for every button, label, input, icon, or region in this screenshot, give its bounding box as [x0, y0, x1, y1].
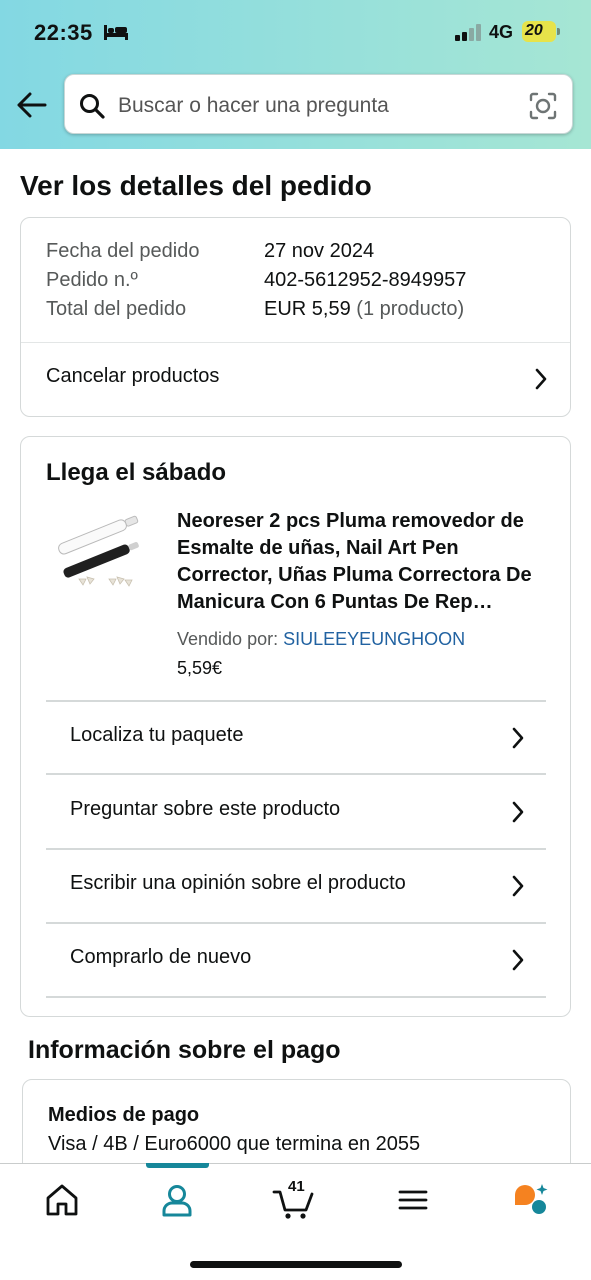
- camera-lens-icon[interactable]: [529, 92, 557, 120]
- home-indicator: [190, 1261, 402, 1268]
- network-type: 4G: [489, 22, 514, 42]
- chevron-right-icon: [512, 875, 524, 897]
- shipment-card: Llega el sábado Neoreser 2 pcs Pluma rem…: [20, 436, 571, 1017]
- search-input[interactable]: Buscar o hacer una pregunta: [118, 94, 389, 118]
- battery-icon: 20: [522, 21, 560, 42]
- menu-icon[interactable]: [393, 1180, 433, 1220]
- order-summary-card: Fecha del pedido 27 nov 2024 Pedido n.º …: [20, 217, 571, 417]
- write-review-label: Escribir una opinión sobre el producto: [70, 872, 406, 894]
- order-item-count: (1 producto): [356, 298, 465, 320]
- order-date-label: Fecha del pedido: [46, 240, 200, 262]
- sleep-focus-icon: [104, 25, 128, 40]
- chevron-right-icon: [535, 368, 547, 390]
- status-time: 22:35: [34, 20, 93, 45]
- home-icon[interactable]: [42, 1180, 82, 1220]
- search-icon: [80, 94, 105, 119]
- payment-section-title: Información sobre el pago: [28, 1036, 341, 1064]
- header: 22:35 4G 20 Buscar o hacer una pregunta: [0, 0, 591, 149]
- order-number-value: 402-5612952-8949957: [264, 269, 467, 291]
- buy-again-row[interactable]: Comprarlo de nuevo: [46, 924, 546, 996]
- order-total-label: Total del pedido: [46, 298, 187, 320]
- seller-info: Vendido por: SIULEEYEUNGHOON: [177, 629, 465, 650]
- product-price: 5,59€: [177, 658, 223, 678]
- ask-product-row[interactable]: Preguntar sobre este producto: [46, 775, 546, 848]
- track-package-label: Localiza tu paquete: [70, 724, 244, 746]
- seller-link[interactable]: SIULEEYEUNGHOON: [283, 629, 465, 649]
- battery-level: 20: [525, 22, 543, 39]
- order-date-value: 27 nov 2024: [264, 240, 375, 262]
- cancel-products-label: Cancelar productos: [46, 365, 220, 387]
- track-package-row[interactable]: Localiza tu paquete: [46, 702, 546, 774]
- signal-icon: [455, 24, 481, 41]
- write-review-row[interactable]: Escribir una opinión sobre el producto: [46, 850, 546, 922]
- chevron-right-icon: [512, 727, 524, 749]
- assistant-chat-icon[interactable]: [510, 1180, 550, 1220]
- bottom-tab-bar: 41: [0, 1163, 591, 1280]
- active-tab-indicator: [146, 1163, 209, 1168]
- sold-by-label: Vendido por:: [177, 629, 279, 649]
- order-total-amount: EUR 5,59: [264, 298, 351, 320]
- cart-count-badge: 41: [288, 1178, 305, 1195]
- page-title: Ver los detalles del pedido: [20, 170, 372, 201]
- chevron-right-icon: [512, 949, 524, 971]
- buy-again-label: Comprarlo de nuevo: [70, 946, 252, 968]
- order-number-label: Pedido n.º: [46, 269, 138, 291]
- divider: [46, 996, 546, 998]
- chevron-right-icon: [512, 801, 524, 823]
- product-title-link[interactable]: Neoreser 2 pcs Pluma removedor de Esmalt…: [177, 508, 552, 616]
- search-bar[interactable]: Buscar o hacer una pregunta: [64, 74, 573, 134]
- payment-method-label: Medios de pago: [48, 1104, 200, 1126]
- delivery-status: Llega el sábado: [46, 459, 227, 486]
- ask-product-label: Preguntar sobre este producto: [70, 798, 341, 820]
- product-image[interactable]: [49, 507, 149, 597]
- payment-method-value: Visa / 4B / Euro6000 que termina en 2055: [48, 1133, 421, 1155]
- account-icon[interactable]: [157, 1180, 197, 1220]
- back-arrow-icon[interactable]: [17, 92, 47, 118]
- order-total-value: EUR 5,59 (1 producto): [264, 298, 464, 321]
- cancel-products-row[interactable]: Cancelar productos: [21, 343, 570, 416]
